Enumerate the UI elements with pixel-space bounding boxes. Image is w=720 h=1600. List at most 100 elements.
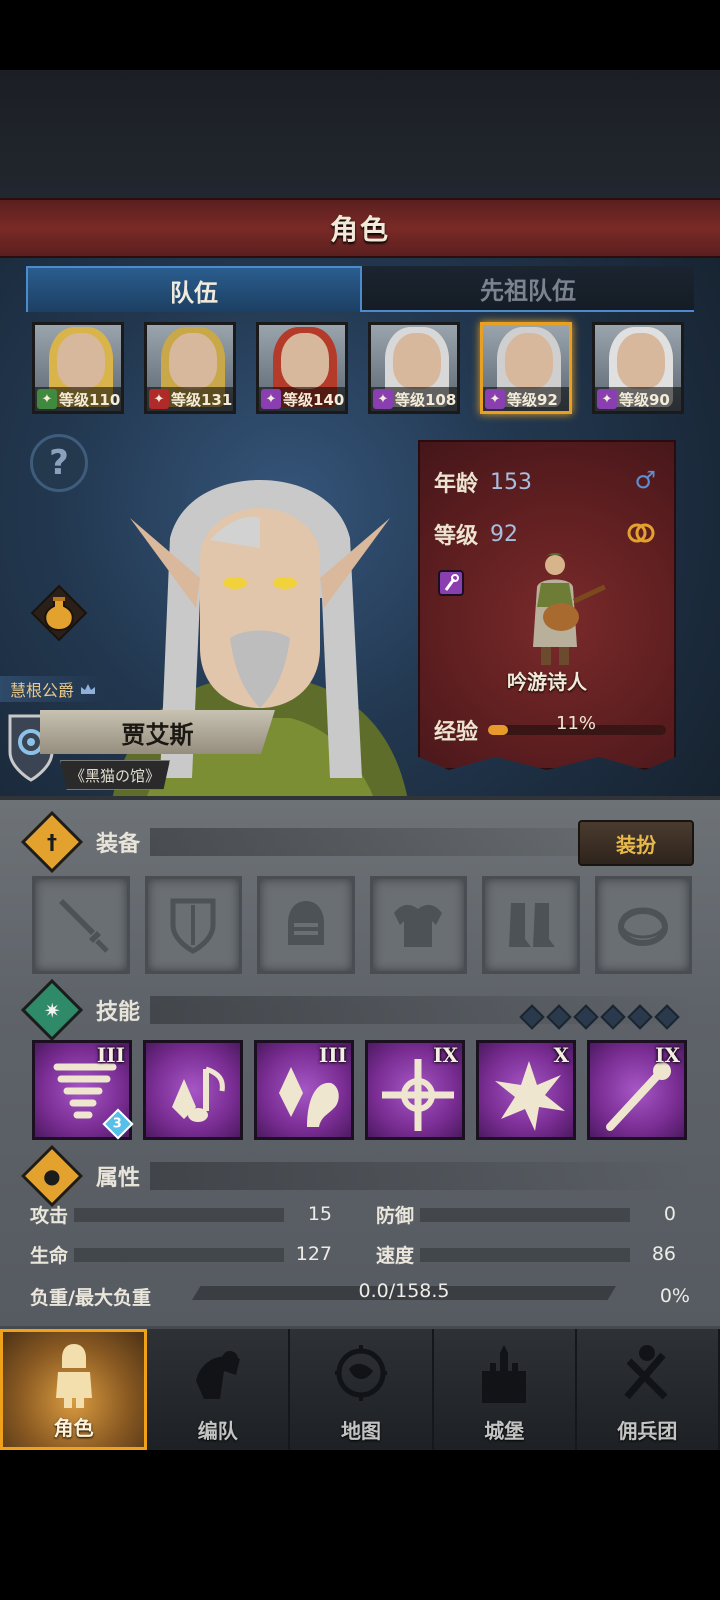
load-percent: 0% [659,1285,690,1307]
defense-value: 0 [663,1203,676,1225]
rings-icon[interactable] [626,520,656,544]
boots-slot[interactable] [482,876,580,974]
formation-icon [195,1351,240,1399]
dress-up-button[interactable]: 装扮 [578,820,694,866]
hero-face [169,333,217,389]
attack-value: 15 [307,1203,332,1225]
hero-level-text: 等级140 [283,390,345,409]
character-panel: 队伍 先祖队伍 ✦ 等级110 ✦ 等级131 ✦ 等级140 ✦ 等级108 ✦ 等级92 ✦ 等级… [0,258,720,813]
crystal-flute-icon [279,1067,339,1127]
bottom-backdrop [0,1450,720,1600]
ring-slot-icon [618,907,669,946]
hero-face [393,333,441,389]
exp-bar: 11% [488,713,667,735]
hero-level: ✦ 等级140 [259,387,345,411]
exp-bar-fill [488,725,508,735]
details-panel: † 装备 装扮 ✷ 技能 III 3 III IX X IX ● 属性 攻击 1… [0,796,720,1326]
mercenary-icon [624,1345,668,1400]
help-button[interactable]: ? [30,434,88,492]
age-row: 年龄 153 [434,466,532,498]
speed-value: 86 [651,1243,676,1265]
hero-card[interactable]: ✦ 等级131 [144,322,236,414]
compass-map-icon [335,1345,387,1401]
tab-ancestor-team[interactable]: 先祖队伍 [362,266,694,312]
page-title: 角色 [329,213,390,246]
hero-card[interactable]: ✦ 等级140 [256,322,348,414]
load-value: 0.0/158.5 [358,1280,450,1302]
skill-rank: IX [433,1043,458,1067]
attributes-section-icon: ● [20,1144,84,1208]
ring-slot[interactable] [594,876,692,974]
nav-item[interactable]: 佣兵团 [577,1329,720,1450]
hp-value: 127 [295,1243,332,1265]
skill-slot[interactable]: III 3 [32,1040,134,1140]
skill-rank: III [318,1043,347,1067]
skill-point-diamond-icon [573,1004,599,1030]
skill-points [519,1004,680,1030]
helmet-slot[interactable] [257,876,355,974]
nav-item[interactable]: 角色 [0,1329,148,1450]
hero-card[interactable]: ✦ 等级108 [368,322,460,414]
hero-level: ✦ 等级110 [35,387,121,411]
load-label: 负重/最大负重 [30,1286,151,1309]
hero-card[interactable]: ✦ 等级110 [32,322,124,414]
skill-point-diamond-icon [627,1004,653,1030]
skill-rank: IX [655,1043,680,1067]
skill-slot[interactable] [143,1040,243,1140]
hero-level-text: 等级90 [619,390,670,409]
tab-team[interactable]: 队伍 [26,266,362,312]
attributes-title: 属性 [96,1166,141,1191]
exp-row: 经验 11% [434,713,667,746]
skill-slot[interactable]: IX [365,1040,465,1140]
attributes-divider [150,1162,694,1190]
potion-button[interactable] [30,584,88,642]
info-panel: 年龄 153 ♂ 等级 92 吟游诗人 经验 11% [418,440,676,770]
hero-card[interactable]: ✦ 等级92 [480,322,572,414]
defense-label: 防御 [376,1204,415,1227]
skill-point-diamond-icon [654,1004,680,1030]
hero-level-text: 等级92 [507,390,558,409]
weapon-slot[interactable] [32,876,130,974]
hero-list: ✦ 等级110 ✦ 等级131 ✦ 等级140 ✦ 等级108 ✦ 等级92 ✦ 等级90 [32,322,692,418]
nav-item[interactable]: 地图 [290,1329,434,1450]
character-name-banner[interactable]: 贾艾斯 [40,710,275,754]
staff-icon: ✦ [373,389,393,409]
hero-level-text: 等级131 [171,390,233,409]
guild-name-banner[interactable]: 《黑猫の馆》 [60,760,170,790]
boots-slot-icon [508,903,555,947]
horse-icon: ✦ [149,389,169,409]
skill-rank: III [96,1043,125,1067]
hero-level-text: 等级110 [59,390,121,409]
exp-label: 经验 [434,720,479,745]
skill-slot[interactable]: X [476,1040,576,1140]
armor-slot[interactable] [369,876,467,974]
hero-face [281,333,329,389]
castle-icon [482,1345,527,1403]
torch-staff-icon [606,1062,671,1131]
title-bar: 角色 [0,198,720,258]
hp-label: 生命 [30,1244,69,1267]
skill-slot[interactable]: IX [587,1040,687,1140]
hero-level: ✦ 等级131 [147,387,233,411]
sword-slot-icon [58,899,109,953]
nav-item[interactable]: 城堡 [434,1329,577,1450]
equipment-title: 装备 [96,832,141,857]
armor-slot-icon [394,904,443,947]
skill-point-diamond-icon [519,1004,545,1030]
character-name: 贾艾斯 [121,720,194,749]
shield-slot-icon [170,898,216,954]
nav-item[interactable]: 编队 [147,1329,291,1450]
staff-class-icon [438,570,464,596]
skill-slot[interactable]: III [254,1040,354,1140]
hero-face [57,333,105,389]
hero-level-text: 等级108 [395,390,457,409]
skill-sub-badge-text: 3 [113,1116,123,1132]
attributes-header: ● 属性 [20,1144,694,1208]
hero-card[interactable]: ✦ 等级90 [592,322,684,414]
shield-slot[interactable] [144,876,242,974]
hero-face [505,333,553,389]
hero-level: ✦ 等级108 [371,387,457,411]
team-tabs: 队伍 先祖队伍 [26,266,694,312]
game-screen: 角色 队伍 先祖队伍 ✦ 等级110 ✦ 等级131 ✦ 等级140 ✦ 等级108 ✦ 等级92… [0,0,720,1600]
top-backdrop [0,70,720,200]
